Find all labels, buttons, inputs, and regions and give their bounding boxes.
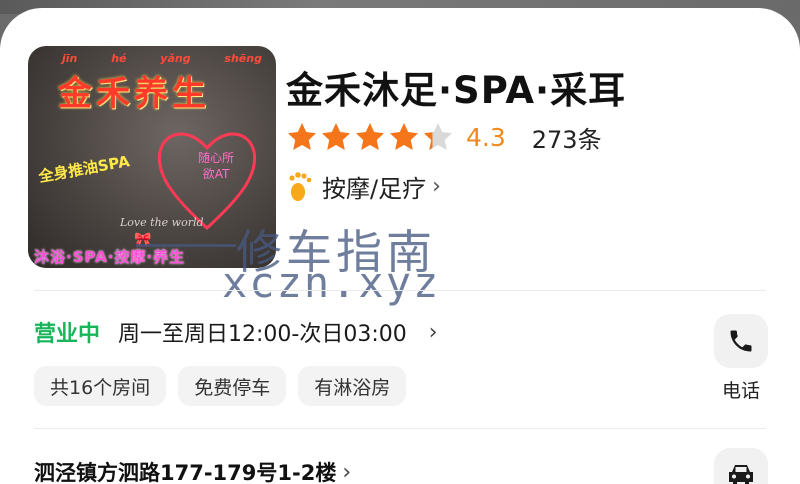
facility-tag: 共16个房间 bbox=[34, 366, 167, 406]
facility-tags: 共16个房间 免费停车 有淋浴房 bbox=[34, 366, 407, 406]
category-link[interactable]: 按摩/足疗 › bbox=[286, 168, 441, 204]
divider bbox=[34, 290, 766, 291]
rating-row[interactable]: 4.3 273条 bbox=[286, 120, 602, 154]
star-icon bbox=[322, 123, 350, 150]
chevron-right-icon: › bbox=[432, 173, 441, 199]
star-rating bbox=[286, 121, 454, 153]
thumbnail-heart-text: 随心所 欲AT bbox=[197, 151, 234, 181]
divider bbox=[34, 428, 766, 429]
phone-label[interactable]: 电话 bbox=[714, 376, 768, 403]
navigate-button[interactable] bbox=[714, 448, 768, 484]
open-status: 营业中 bbox=[34, 322, 101, 347]
car-icon bbox=[729, 465, 753, 484]
thumbnail-brand: 金禾养生 bbox=[58, 74, 210, 114]
watermark-url: xczn.xyz bbox=[222, 258, 441, 307]
footprint-icon bbox=[289, 172, 312, 201]
shop-address: 泗泾镇方泗路177-179号1-2楼 bbox=[34, 461, 337, 484]
star-icon bbox=[390, 123, 418, 150]
phone-button[interactable] bbox=[714, 314, 768, 368]
chevron-right-icon: › bbox=[342, 459, 352, 484]
rating-score: 4.3 bbox=[466, 122, 506, 152]
thumbnail-script: Love the world bbox=[120, 216, 204, 229]
thumbnail-tagline: 全身推油SPA bbox=[37, 152, 131, 186]
category-label: 按摩/足疗 bbox=[322, 174, 427, 203]
review-count[interactable]: 273条 bbox=[532, 120, 602, 155]
chevron-right-icon: › bbox=[428, 319, 438, 345]
star-icon bbox=[288, 123, 316, 150]
star-icon bbox=[424, 123, 452, 150]
facility-tag: 有淋浴房 bbox=[298, 366, 407, 406]
thumbnail-pinyin: jīn hé yǎng shēng bbox=[62, 52, 262, 65]
shop-title: 金禾沐足·SPA·采耳 bbox=[286, 69, 627, 112]
facility-tag: 免费停车 bbox=[178, 366, 287, 406]
business-hours: 周一至周日12:00-次日03:00 bbox=[118, 322, 407, 347]
shop-detail-card: jīn hé yǎng shēng 金禾养生 全身推油SPA 随心所 欲AT L… bbox=[0, 8, 800, 484]
address-row[interactable]: 泗泾镇方泗路177-179号1-2楼 › bbox=[34, 454, 351, 484]
phone-icon bbox=[730, 330, 752, 352]
business-hours-row[interactable]: 营业中 周一至周日12:00-次日03:00 › bbox=[34, 314, 438, 350]
star-icon bbox=[356, 123, 384, 150]
thumbnail-bottom-tag: 沐浴·SPA·按摩·养生 bbox=[34, 248, 186, 266]
